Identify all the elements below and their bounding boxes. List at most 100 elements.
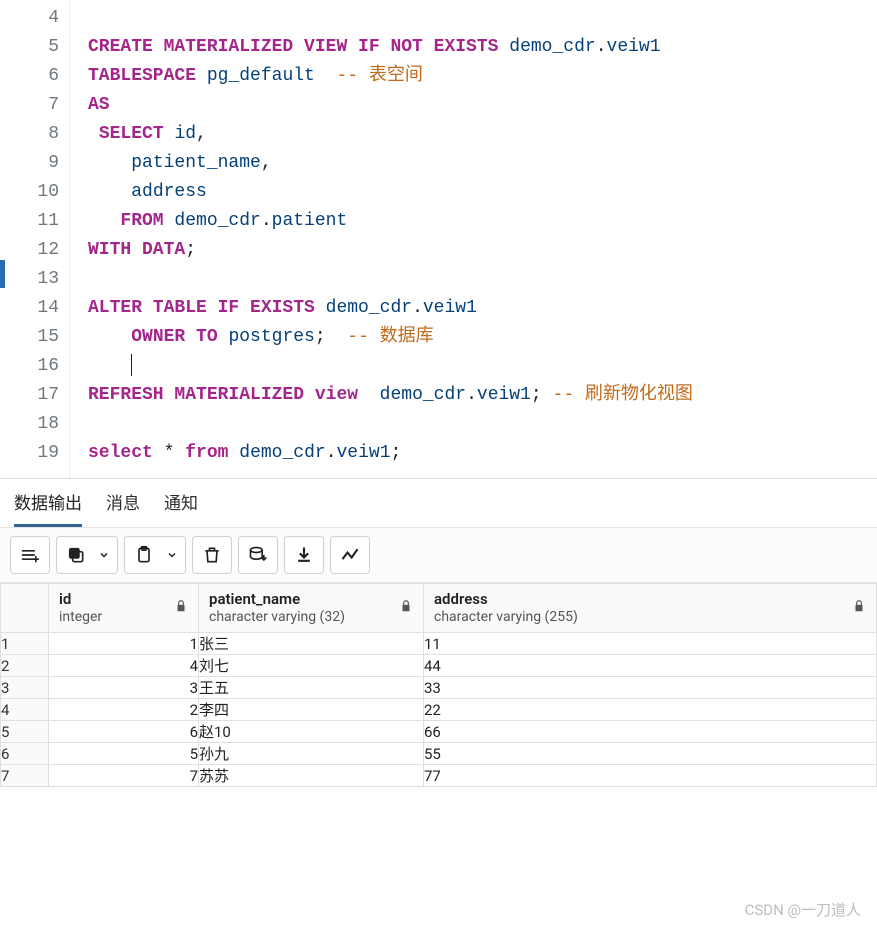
tab-notifications[interactable]: 通知	[164, 489, 198, 527]
sql-editor[interactable]: 45678910111213141516171819 CREATE MATERI…	[0, 0, 877, 478]
line-number: 4	[0, 4, 59, 33]
save-data-button[interactable]	[238, 536, 278, 574]
row-number[interactable]: 3	[1, 677, 49, 699]
line-number: 7	[0, 91, 59, 120]
cell-address[interactable]: 22	[424, 699, 877, 721]
code-line[interactable]: REFRESH MATERIALIZED view demo_cdr.veiw1…	[88, 381, 877, 410]
line-number: 9	[0, 149, 59, 178]
cell-patient_name[interactable]: 刘七	[199, 655, 424, 677]
table-row[interactable]: 24刘七44	[1, 655, 877, 677]
cell-address[interactable]: 66	[424, 721, 877, 743]
line-number: 8	[0, 120, 59, 149]
download-button[interactable]	[284, 536, 324, 574]
code-area[interactable]: CREATE MATERIALIZED VIEW IF NOT EXISTS d…	[70, 0, 877, 478]
cell-id[interactable]: 6	[49, 721, 199, 743]
add-row-button[interactable]	[10, 536, 50, 574]
clipboard-icon	[134, 545, 154, 565]
cell-id[interactable]: 5	[49, 743, 199, 765]
copy-icon	[66, 545, 86, 565]
download-icon	[294, 545, 314, 565]
lock-icon	[852, 599, 866, 617]
line-number: 11	[0, 207, 59, 236]
lock-icon	[399, 599, 413, 617]
table-row[interactable]: 33王五33	[1, 677, 877, 699]
paste-dropdown[interactable]	[158, 536, 186, 574]
cell-id[interactable]: 4	[49, 655, 199, 677]
cell-patient_name[interactable]: 张三	[199, 633, 424, 655]
code-line[interactable]: address	[88, 178, 877, 207]
table-row[interactable]: 42李四22	[1, 699, 877, 721]
cell-id[interactable]: 3	[49, 677, 199, 699]
tab-data-output[interactable]: 数据输出	[14, 489, 82, 527]
table-row[interactable]: 11张三11	[1, 633, 877, 655]
cell-patient_name[interactable]: 赵10	[199, 721, 424, 743]
tab-messages[interactable]: 消息	[106, 489, 140, 527]
code-line[interactable]	[88, 410, 877, 439]
line-number: 14	[0, 294, 59, 323]
cell-address[interactable]: 33	[424, 677, 877, 699]
code-line[interactable]	[88, 352, 877, 381]
row-number[interactable]: 1	[1, 633, 49, 655]
line-number: 16	[0, 352, 59, 381]
code-line[interactable]	[88, 265, 877, 294]
column-header-patient_name[interactable]: patient_namecharacter varying (32)	[199, 584, 424, 633]
delete-button[interactable]	[192, 536, 232, 574]
cell-patient_name[interactable]: 苏苏	[199, 765, 424, 787]
row-number[interactable]: 7	[1, 765, 49, 787]
cell-patient_name[interactable]: 孙九	[199, 743, 424, 765]
column-header-id[interactable]: idinteger	[49, 584, 199, 633]
database-save-icon	[248, 545, 268, 565]
table-row[interactable]: 65孙九55	[1, 743, 877, 765]
chart-line-icon	[340, 545, 360, 565]
cell-address[interactable]: 44	[424, 655, 877, 677]
column-name: patient_name	[209, 590, 345, 609]
column-name: id	[59, 590, 102, 609]
copy-dropdown[interactable]	[90, 536, 118, 574]
code-line[interactable]: select * from demo_cdr.veiw1;	[88, 439, 877, 468]
results-grid[interactable]: idintegerpatient_namecharacter varying (…	[0, 583, 877, 787]
cell-address[interactable]: 11	[424, 633, 877, 655]
add-row-icon	[20, 545, 40, 565]
chevron-down-icon	[98, 549, 110, 561]
code-line[interactable]: WITH DATA;	[88, 236, 877, 265]
cell-address[interactable]: 77	[424, 765, 877, 787]
table-row[interactable]: 56赵1066	[1, 721, 877, 743]
column-type: character varying (255)	[434, 609, 578, 627]
rownum-header[interactable]	[1, 584, 49, 633]
line-number: 10	[0, 178, 59, 207]
watermark: CSDN @一刀道人	[745, 899, 861, 920]
cell-id[interactable]: 2	[49, 699, 199, 721]
trash-icon	[202, 545, 222, 565]
column-type: character varying (32)	[209, 609, 345, 627]
row-number[interactable]: 5	[1, 721, 49, 743]
row-number[interactable]: 6	[1, 743, 49, 765]
table-row[interactable]: 77苏苏77	[1, 765, 877, 787]
column-type: integer	[59, 609, 102, 627]
row-number[interactable]: 4	[1, 699, 49, 721]
code-line[interactable]: patient_name,	[88, 149, 877, 178]
code-line[interactable]: SELECT id,	[88, 120, 877, 149]
code-line[interactable]: AS	[88, 91, 877, 120]
output-tabs: 数据输出 消息 通知	[0, 478, 877, 527]
code-line[interactable]: FROM demo_cdr.patient	[88, 207, 877, 236]
text-cursor	[131, 354, 132, 376]
lock-icon	[174, 599, 188, 617]
cell-patient_name[interactable]: 李四	[199, 699, 424, 721]
line-number: 18	[0, 410, 59, 439]
code-line[interactable]: TABLESPACE pg_default -- 表空间	[88, 62, 877, 91]
line-number: 6	[0, 62, 59, 91]
chart-button[interactable]	[330, 536, 370, 574]
line-number: 19	[0, 439, 59, 468]
column-name: address	[434, 590, 578, 609]
code-line[interactable]	[88, 4, 877, 33]
code-line[interactable]: OWNER TO postgres; -- 数据库	[88, 323, 877, 352]
cell-address[interactable]: 55	[424, 743, 877, 765]
cell-patient_name[interactable]: 王五	[199, 677, 424, 699]
code-line[interactable]: CREATE MATERIALIZED VIEW IF NOT EXISTS d…	[88, 33, 877, 62]
line-number: 17	[0, 381, 59, 410]
row-number[interactable]: 2	[1, 655, 49, 677]
cell-id[interactable]: 1	[49, 633, 199, 655]
cell-id[interactable]: 7	[49, 765, 199, 787]
column-header-address[interactable]: addresscharacter varying (255)	[424, 584, 877, 633]
code-line[interactable]: ALTER TABLE IF EXISTS demo_cdr.veiw1	[88, 294, 877, 323]
